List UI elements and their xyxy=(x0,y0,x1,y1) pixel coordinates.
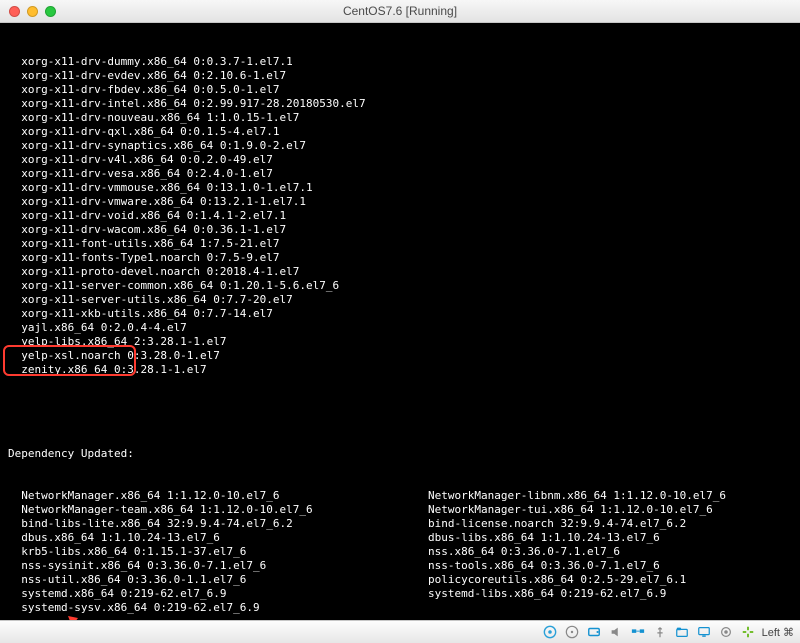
host-key-icon[interactable] xyxy=(740,624,756,640)
dependency-row: NetworkManager-team.x86_64 1:1.12.0-10.e… xyxy=(8,503,792,517)
disk-icon[interactable] xyxy=(542,624,558,640)
window-controls xyxy=(9,6,56,17)
package-list: xorg-x11-drv-dummy.x86_64 0:0.3.7-1.el7.… xyxy=(8,55,792,377)
optical-icon[interactable] xyxy=(564,624,580,640)
shared-folder-icon[interactable] xyxy=(674,624,690,640)
package-line: xorg-x11-server-utils.x86_64 0:7.7-20.el… xyxy=(8,293,792,307)
dependency-right: NetworkManager-tui.x86_64 1:1.12.0-10.el… xyxy=(428,503,792,517)
dependency-row: krb5-libs.x86_64 0:1.15.1-37.el7_6nss.x8… xyxy=(8,545,792,559)
package-line: xorg-x11-proto-devel.noarch 0:2018.4-1.e… xyxy=(8,265,792,279)
dependency-left: systemd.x86_64 0:219-62.el7_6.9 xyxy=(8,587,428,601)
audio-icon[interactable] xyxy=(608,624,624,640)
usb-icon[interactable] xyxy=(652,624,668,640)
dependency-row: systemd.x86_64 0:219-62.el7_6.9systemd-l… xyxy=(8,587,792,601)
package-line: xorg-x11-drv-evdev.x86_64 0:2.10.6-1.el7 xyxy=(8,69,792,83)
dependency-header: Dependency Updated: xyxy=(8,447,792,461)
dependency-left: dbus.x86_64 1:1.10.24-13.el7_6 xyxy=(8,531,428,545)
package-line: xorg-x11-fonts-Type1.noarch 0:7.5-9.el7 xyxy=(8,251,792,265)
dependency-row: NetworkManager.x86_64 1:1.12.0-10.el7_6N… xyxy=(8,489,792,503)
vm-window: CentOS7.6 [Running] xorg-x11-drv-dummy.x… xyxy=(0,0,800,643)
minimize-icon[interactable] xyxy=(27,6,38,17)
dependency-right: bind-license.noarch 32:9.9.4-74.el7_6.2 xyxy=(428,517,792,531)
recording-icon[interactable] xyxy=(718,624,734,640)
dependency-right: systemd-libs.x86_64 0:219-62.el7_6.9 xyxy=(428,587,792,601)
dependency-right: dbus-libs.x86_64 1:1.10.24-13.el7_6 xyxy=(428,531,792,545)
dependency-left: NetworkManager-team.x86_64 1:1.12.0-10.e… xyxy=(8,503,428,517)
statusbar: Left ⌘ xyxy=(0,620,800,643)
package-line: yelp-xsl.noarch 0:3.28.0-1.el7 xyxy=(8,349,792,363)
zoom-icon[interactable] xyxy=(45,6,56,17)
dependency-right: policycoreutils.x86_64 0:2.5-29.el7_6.1 xyxy=(428,573,792,587)
network-icon[interactable] xyxy=(630,624,646,640)
dependency-left: krb5-libs.x86_64 0:1.15.1-37.el7_6 xyxy=(8,545,428,559)
dependency-row: dbus.x86_64 1:1.10.24-13.el7_6dbus-libs.… xyxy=(8,531,792,545)
package-line: xorg-x11-drv-vesa.x86_64 0:2.4.0-1.el7 xyxy=(8,167,792,181)
window-title: CentOS7.6 [Running] xyxy=(0,4,800,18)
package-line: xorg-x11-drv-synaptics.x86_64 0:1.9.0-2.… xyxy=(8,139,792,153)
package-line: xorg-x11-xkb-utils.x86_64 0:7.7-14.el7 xyxy=(8,307,792,321)
dependency-row: nss-sysinit.x86_64 0:3.36.0-7.1.el7_6nss… xyxy=(8,559,792,573)
dependency-left: nss-util.x86_64 0:3.36.0-1.1.el7_6 xyxy=(8,573,428,587)
display-icon[interactable] xyxy=(696,624,712,640)
package-line: xorg-x11-drv-nouveau.x86_64 1:1.0.15-1.e… xyxy=(8,111,792,125)
dependency-row: nss-util.x86_64 0:3.36.0-1.1.el7_6policy… xyxy=(8,573,792,587)
dependency-row: bind-libs-lite.x86_64 32:9.9.4-74.el7_6.… xyxy=(8,517,792,531)
package-line: xorg-x11-drv-vmmouse.x86_64 0:13.1.0-1.e… xyxy=(8,181,792,195)
package-line: xorg-x11-drv-wacom.x86_64 0:0.36.1-1.el7 xyxy=(8,223,792,237)
package-line: xorg-x11-drv-intel.x86_64 0:2.99.917-28.… xyxy=(8,97,792,111)
package-line: yelp-libs.x86_64 2:3.28.1-1.el7 xyxy=(8,335,792,349)
package-line: xorg-x11-drv-qxl.x86_64 0:0.1.5-4.el7.1 xyxy=(8,125,792,139)
dependency-left: bind-libs-lite.x86_64 32:9.9.4-74.el7_6.… xyxy=(8,517,428,531)
package-line: xorg-x11-drv-void.x86_64 0:1.4.1-2.el7.1 xyxy=(8,209,792,223)
dependency-list: NetworkManager.x86_64 1:1.12.0-10.el7_6N… xyxy=(8,489,792,615)
dependency-right: NetworkManager-libnm.x86_64 1:1.12.0-10.… xyxy=(428,489,792,503)
package-line: xorg-x11-drv-vmware.x86_64 0:13.2.1-1.el… xyxy=(8,195,792,209)
package-line: xorg-x11-drv-dummy.x86_64 0:0.3.7-1.el7.… xyxy=(8,55,792,69)
package-line: xorg-x11-font-utils.x86_64 1:7.5-21.el7 xyxy=(8,237,792,251)
dependency-row: systemd-sysv.x86_64 0:219-62.el7_6.9 xyxy=(8,601,792,615)
dependency-right xyxy=(428,601,792,615)
blank-line xyxy=(8,405,792,419)
package-line: xorg-x11-server-common.x86_64 0:1.20.1-5… xyxy=(8,279,792,293)
dependency-right: nss-tools.x86_64 0:3.36.0-7.1.el7_6 xyxy=(428,559,792,573)
dependency-right: nss.x86_64 0:3.36.0-7.1.el7_6 xyxy=(428,545,792,559)
dependency-left: nss-sysinit.x86_64 0:3.36.0-7.1.el7_6 xyxy=(8,559,428,573)
titlebar: CentOS7.6 [Running] xyxy=(0,0,800,23)
dependency-left: systemd-sysv.x86_64 0:219-62.el7_6.9 xyxy=(8,601,428,615)
host-key-indicator: Left ⌘ xyxy=(762,626,794,639)
package-line: zenity.x86_64 0:3.28.1-1.el7 xyxy=(8,363,792,377)
hdd-icon[interactable] xyxy=(586,624,602,640)
package-line: xorg-x11-drv-v4l.x86_64 0:0.2.0-49.el7 xyxy=(8,153,792,167)
terminal[interactable]: xorg-x11-drv-dummy.x86_64 0:0.3.7-1.el7.… xyxy=(0,23,800,620)
dependency-left: NetworkManager.x86_64 1:1.12.0-10.el7_6 xyxy=(8,489,428,503)
package-line: xorg-x11-drv-fbdev.x86_64 0:0.5.0-1.el7 xyxy=(8,83,792,97)
close-icon[interactable] xyxy=(9,6,20,17)
package-line: yajl.x86_64 0:2.0.4-4.el7 xyxy=(8,321,792,335)
